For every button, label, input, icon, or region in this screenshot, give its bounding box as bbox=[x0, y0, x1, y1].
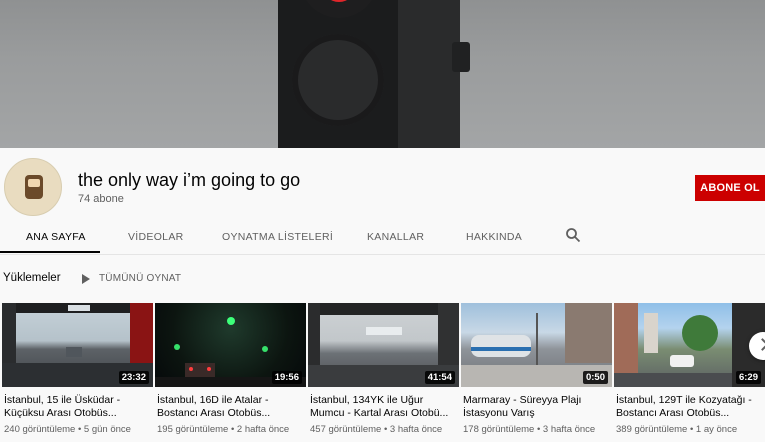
video-duration: 19:56 bbox=[271, 371, 302, 384]
youtube-channel-page: the only way i’m going to go 74 abone AB… bbox=[0, 0, 765, 442]
video-duration: 0:50 bbox=[582, 371, 608, 384]
video-thumbnail[interactable]: 41:54 bbox=[308, 303, 459, 387]
chevron-right-icon bbox=[756, 338, 765, 351]
video-thumbnail[interactable]: 6:29 bbox=[614, 303, 765, 387]
meta-separator: • bbox=[381, 424, 390, 435]
channel-header: the only way i’m going to go 74 abone AB… bbox=[0, 148, 765, 254]
view-count: 389 görüntüleme bbox=[616, 424, 688, 435]
video-meta: 195 görüntüleme • 2 hafta önce bbox=[157, 424, 289, 435]
video-meta: 457 görüntüleme • 3 hafta önce bbox=[310, 424, 442, 435]
video-meta: 389 görüntüleme • 1 ay önce bbox=[616, 424, 737, 435]
uploads-shelf: Yüklemeler TÜMÜNÜ OYNAT 23:32 İstanbul, … bbox=[0, 254, 765, 442]
meta-separator: • bbox=[75, 424, 84, 435]
shelf-title[interactable]: Yüklemeler bbox=[3, 272, 61, 284]
video-duration: 6:29 bbox=[735, 371, 761, 384]
tab-channels[interactable]: KANALLAR bbox=[367, 231, 424, 243]
channel-tabs: ANA SAYFA VİDEOLAR OYNATMA LİSTELERİ KAN… bbox=[0, 221, 765, 255]
upload-age: 1 ay önce bbox=[695, 424, 738, 435]
video-thumbnail[interactable]: 0:50 bbox=[461, 303, 612, 387]
video-card[interactable]: 19:56 İstanbul, 16D ile Atalar - Bostanc… bbox=[155, 303, 306, 442]
banner-traffic-light bbox=[278, 0, 400, 148]
video-duration: 41:54 bbox=[424, 371, 455, 384]
meta-separator: • bbox=[534, 424, 543, 435]
video-thumbnail[interactable]: 23:32 bbox=[2, 303, 153, 387]
video-title[interactable]: İstanbul, 15 ile Üsküdar - Küçüksu Arası… bbox=[4, 394, 152, 420]
video-title[interactable]: İstanbul, 134YK ile Uğur Mumcu - Kartal … bbox=[310, 394, 458, 420]
video-meta: 240 görüntüleme • 5 gün önce bbox=[4, 424, 131, 435]
play-all-icon[interactable] bbox=[82, 274, 90, 284]
play-all-button[interactable]: TÜMÜNÜ OYNAT bbox=[99, 273, 181, 284]
video-list: 23:32 İstanbul, 15 ile Üsküdar - Küçüksu… bbox=[0, 303, 765, 442]
subscriber-count: 74 abone bbox=[78, 193, 124, 205]
video-card[interactable]: 23:32 İstanbul, 15 ile Üsküdar - Küçüksu… bbox=[2, 303, 153, 442]
tab-home[interactable]: ANA SAYFA bbox=[26, 231, 86, 243]
tab-about[interactable]: HAKKINDA bbox=[466, 231, 522, 243]
view-count: 240 görüntüleme bbox=[4, 424, 76, 435]
video-title[interactable]: İstanbul, 16D ile Atalar - Bostancı Aras… bbox=[157, 394, 305, 420]
active-tab-indicator bbox=[0, 251, 100, 253]
channel-avatar[interactable] bbox=[4, 158, 62, 216]
upload-age: 2 hafta önce bbox=[236, 424, 290, 435]
video-meta: 178 görüntüleme • 3 hafta önce bbox=[463, 424, 595, 435]
video-title[interactable]: İstanbul, 129T ile Kozyatağı - Bostancı … bbox=[616, 394, 764, 420]
upload-age: 3 hafta önce bbox=[389, 424, 443, 435]
channel-banner bbox=[0, 0, 765, 148]
video-title[interactable]: Marmaray - Süreyya Plajı İstasyonu Varış bbox=[463, 394, 611, 420]
meta-separator: • bbox=[228, 424, 237, 435]
search-icon[interactable] bbox=[565, 227, 581, 243]
view-count: 178 görüntüleme bbox=[463, 424, 535, 435]
upload-age: 5 gün önce bbox=[83, 424, 131, 435]
view-count: 195 görüntüleme bbox=[157, 424, 229, 435]
tab-playlists[interactable]: OYNATMA LİSTELERİ bbox=[222, 231, 333, 243]
view-count: 457 görüntüleme bbox=[310, 424, 382, 435]
video-duration: 23:32 bbox=[118, 371, 149, 384]
channel-title: the only way i’m going to go bbox=[78, 170, 301, 190]
video-thumbnail[interactable]: 19:56 bbox=[155, 303, 306, 387]
video-card[interactable]: 6:29 İstanbul, 129T ile Kozyatağı - Bost… bbox=[614, 303, 765, 442]
tab-videos[interactable]: VİDEOLAR bbox=[128, 231, 184, 243]
video-card[interactable]: 41:54 İstanbul, 134YK ile Uğur Mumcu - K… bbox=[308, 303, 459, 442]
upload-age: 3 hafta önce bbox=[542, 424, 596, 435]
subscribe-button[interactable]: ABONE OL bbox=[695, 175, 765, 201]
video-card[interactable]: 0:50 Marmaray - Süreyya Plajı İstasyonu … bbox=[461, 303, 612, 442]
meta-separator: • bbox=[687, 424, 696, 435]
